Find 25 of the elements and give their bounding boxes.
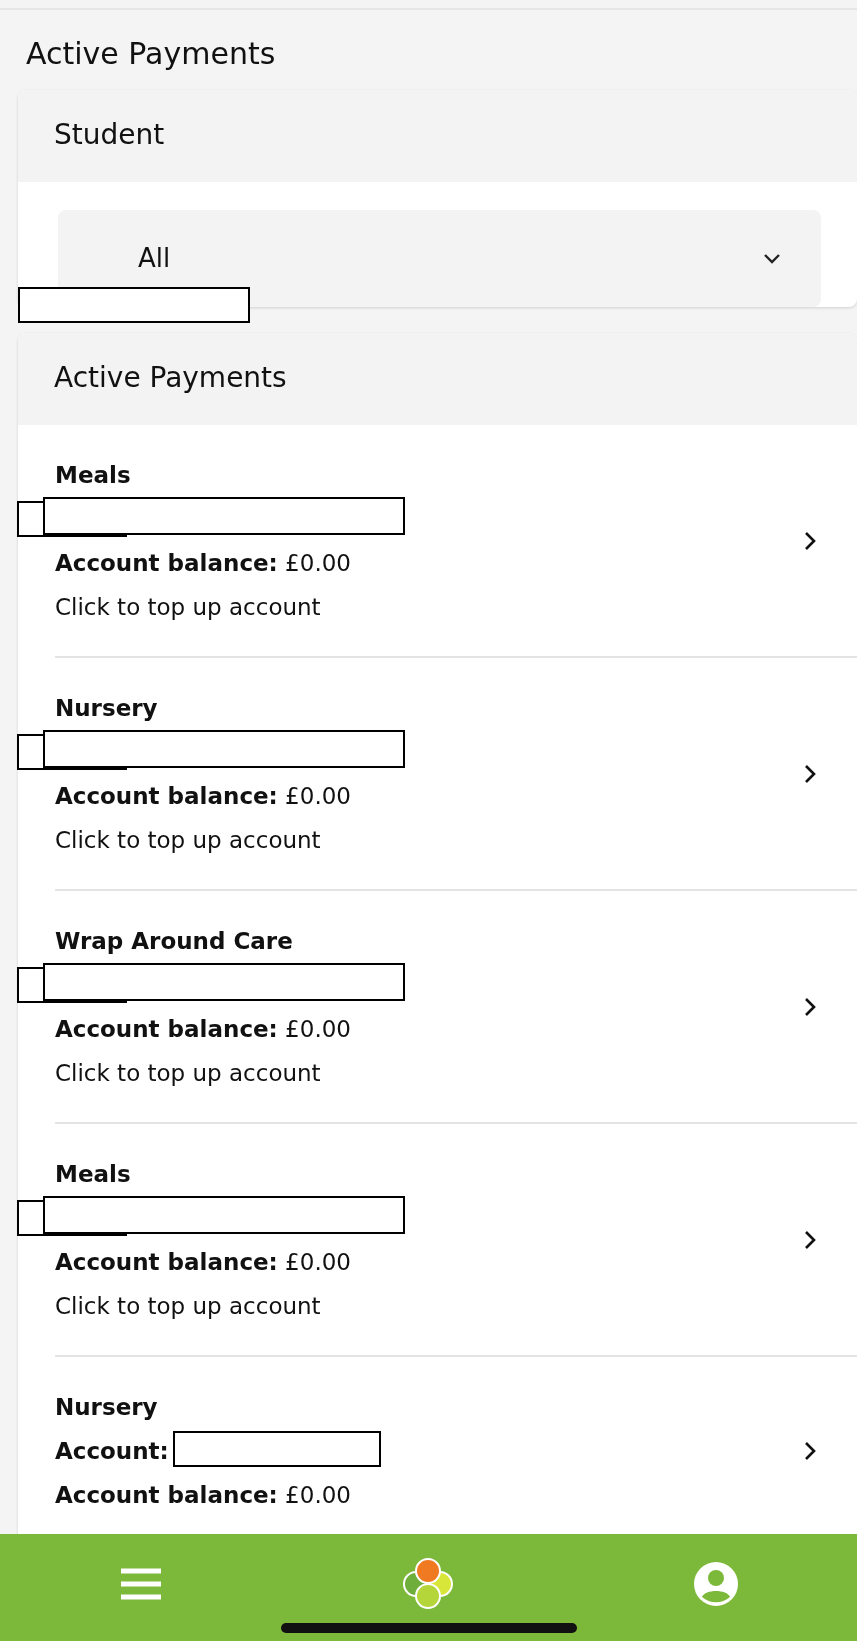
item-title: Nursery [55,694,159,723]
top-up-text: Click to top up account [55,593,322,622]
balance-text: Account balance: £0.00 [55,1481,352,1510]
item-title: Meals [55,461,132,490]
chevron-right-icon[interactable] [803,530,817,552]
top-up-text: Click to top up account [55,1059,322,1088]
item-title: Meals [55,1160,132,1189]
chevron-down-icon [763,252,781,265]
top-up-text: Click to top up account [55,826,322,855]
chevron-right-icon[interactable] [803,763,817,785]
chevron-right-icon[interactable] [803,1229,817,1251]
card-header: Student [18,90,857,182]
top-up-text: Click to top up account [55,1292,322,1321]
balance-text: Account balance: £0.00 [55,782,352,811]
balance-text: Account balance: £0.00 [55,549,352,578]
item-title: Nursery [55,1393,159,1422]
chevron-right-icon[interactable] [803,1440,817,1462]
page-title: Active Payments [25,35,277,73]
balance-text: Account balance: £0.00 [55,1015,352,1044]
card-header: Active Payments [18,333,857,425]
balance-text: Account balance: £0.00 [55,1248,352,1277]
item-title: Wrap Around Care [55,927,294,956]
student-select[interactable]: All [58,210,821,307]
chevron-right-icon[interactable] [803,996,817,1018]
account-label: Account: [55,1438,169,1464]
